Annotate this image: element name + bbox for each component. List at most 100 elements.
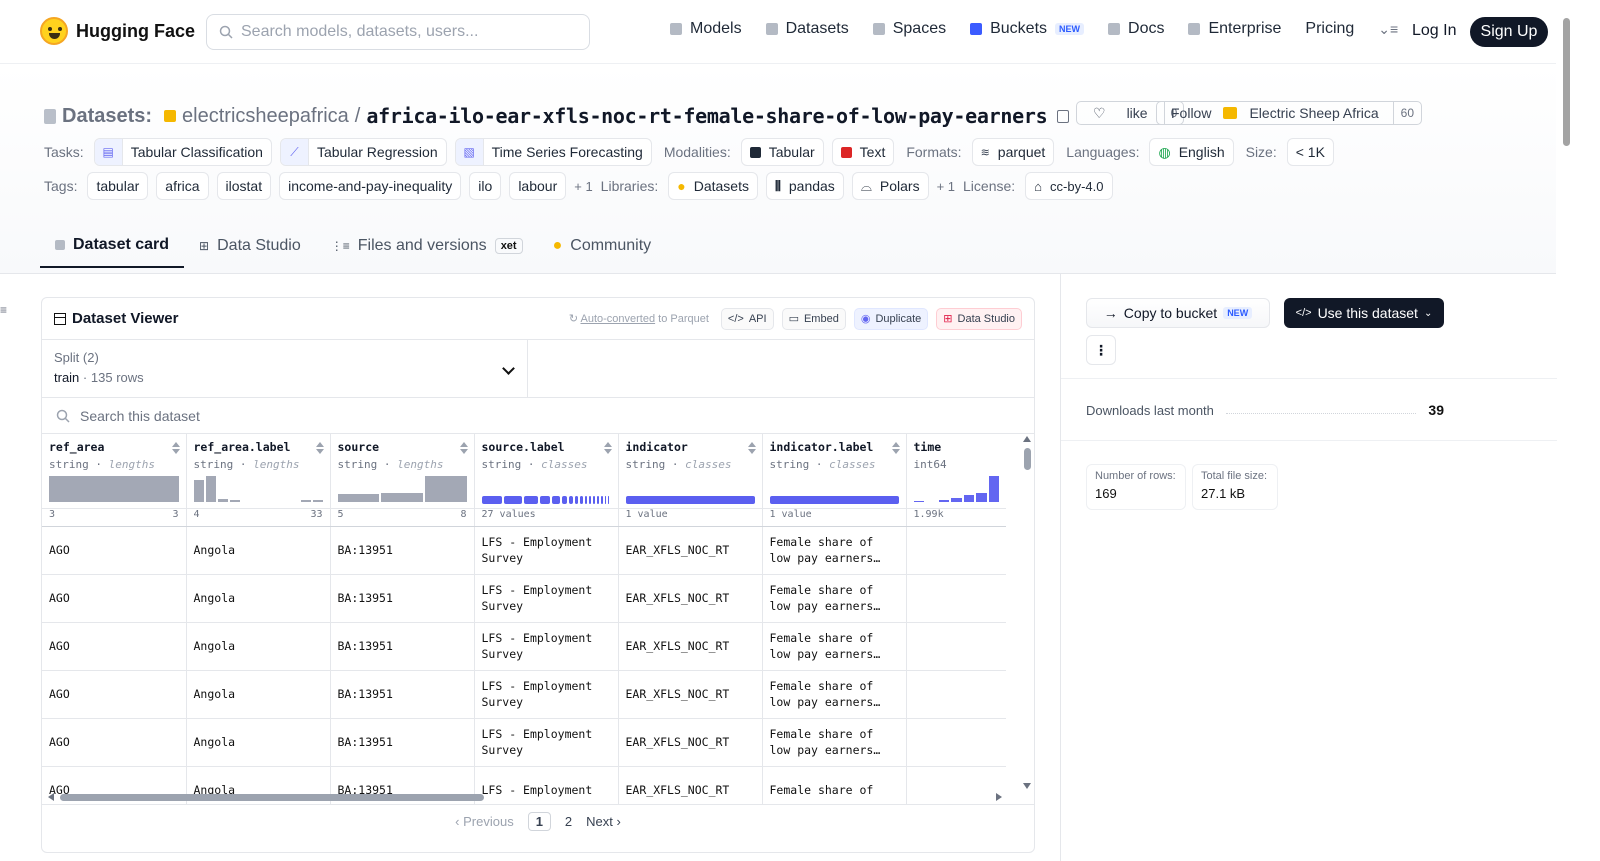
scroll-up-icon[interactable] <box>1023 436 1031 442</box>
scroll-thumb[interactable] <box>1024 448 1031 470</box>
task-tabular-classification[interactable]: ▤ Tabular Classification <box>93 138 272 166</box>
scroll-right-icon[interactable] <box>996 793 1002 801</box>
nav-spaces[interactable]: Spaces <box>872 20 946 38</box>
sort-icon[interactable] <box>171 442 180 454</box>
global-search[interactable] <box>206 14 590 50</box>
auto-converted-link[interactable]: Auto-converted <box>580 313 655 325</box>
login-link[interactable]: Log In <box>1412 22 1456 40</box>
tag-chip[interactable]: labour <box>509 172 567 200</box>
embed-button[interactable]: ▭ Embed <box>781 307 846 330</box>
column-header[interactable]: indicator string · classes 1 value <box>618 434 763 527</box>
split-selector[interactable]: Split (2) train · 135 rows <box>42 340 528 397</box>
table-cell[interactable]: AGO <box>42 718 187 767</box>
column-header[interactable]: source.label string · classes 27 values <box>474 434 619 527</box>
task-tabular-regression[interactable]: ⟋ Tabular Regression <box>279 138 447 166</box>
scroll-left-icon[interactable] <box>48 793 54 801</box>
follow-button[interactable]: Follow Electric Sheep Africa 60 <box>1156 101 1422 125</box>
tab-data-studio[interactable]: ⊞ Data Studio <box>184 224 316 268</box>
dataset-name[interactable]: africa-ilo-ear-xfls-noc-rt-female-share-… <box>366 104 1047 128</box>
table-cell[interactable]: Female share of low pay earners… <box>762 670 907 719</box>
data-studio-button[interactable]: ⊞ Data Studio <box>936 307 1022 330</box>
scroll-down-icon[interactable] <box>1023 783 1031 789</box>
table-cell[interactable]: AGO <box>42 622 187 671</box>
dataset-search-input[interactable] <box>80 407 580 424</box>
nav-pricing[interactable]: Pricing <box>1305 20 1354 38</box>
library-pandas[interactable]: ⫴ pandas <box>765 172 844 200</box>
tab-files-and-versions[interactable]: ⋮≡ Files and versions xet <box>316 224 538 268</box>
language-english[interactable]: ◍ English <box>1149 138 1234 166</box>
sort-icon[interactable] <box>891 442 900 454</box>
duplicate-button[interactable]: ◉ Duplicate <box>853 307 929 330</box>
previous-button[interactable]: ‹ Previous <box>455 814 514 829</box>
task-time-series[interactable]: ▧ Time Series Forecasting <box>454 138 652 166</box>
global-search-input[interactable] <box>241 23 571 41</box>
table-cell[interactable]: BA:13951 <box>330 574 475 623</box>
vertical-scrollbar[interactable] <box>1022 434 1032 789</box>
sort-icon[interactable] <box>747 442 756 454</box>
next-button[interactable]: Next › <box>586 814 621 829</box>
page-1-button[interactable]: 1 <box>527 812 551 831</box>
tags-more[interactable]: + 1 <box>574 179 592 194</box>
scroll-thumb[interactable] <box>60 794 484 801</box>
datasets-prefix[interactable]: Datasets: <box>62 105 152 128</box>
tag-chip[interactable]: ilo <box>469 172 502 200</box>
table-cell[interactable]: EAR_XFLS_NOC_RT <box>618 622 763 671</box>
table-cell[interactable]: Female share of low pay earners… <box>762 574 907 623</box>
horizontal-scrollbar[interactable] <box>46 792 1004 802</box>
library-polars[interactable]: ⌓ Polars <box>851 172 929 200</box>
page-2-button[interactable]: 2 <box>565 814 572 829</box>
sort-icon[interactable] <box>459 442 468 454</box>
table-cell[interactable]: AGO <box>42 526 187 575</box>
page-scrollbar[interactable] <box>1556 0 1600 861</box>
side-menu-icon[interactable]: ≡ <box>0 303 7 317</box>
table-cell[interactable]: EAR_XFLS_NOC_RT <box>618 526 763 575</box>
table-cell[interactable] <box>906 574 1006 623</box>
table-cell[interactable]: LFS - Employment Survey <box>474 718 619 767</box>
table-cell[interactable]: Angola <box>186 718 331 767</box>
nav-models[interactable]: Models <box>670 20 742 38</box>
table-cell[interactable]: AGO <box>42 670 187 719</box>
license-chip[interactable]: ⌂ cc-by-4.0 <box>1025 172 1113 200</box>
column-header[interactable]: ref_area string · lengths 3 3 <box>42 434 187 527</box>
logo[interactable]: Hugging Face <box>40 17 195 45</box>
modality-tabular[interactable]: Tabular <box>740 138 824 166</box>
copy-to-bucket-button[interactable]: → Copy to bucket NEW <box>1086 298 1270 328</box>
table-cell[interactable]: AGO <box>42 574 187 623</box>
nav-docs[interactable]: Docs <box>1108 20 1164 38</box>
table-cell[interactable]: LFS - Employment Survey <box>474 526 619 575</box>
table-cell[interactable]: Female share of low pay earners… <box>762 622 907 671</box>
table-cell[interactable] <box>906 526 1006 575</box>
more-options-icon[interactable]: ⋮ <box>1086 335 1116 365</box>
table-cell[interactable]: LFS - Employment Survey <box>474 574 619 623</box>
table-cell[interactable] <box>906 718 1006 767</box>
table-cell[interactable]: Angola <box>186 670 331 719</box>
api-button[interactable]: </> API <box>720 307 774 330</box>
sort-icon[interactable] <box>315 442 324 454</box>
table-cell[interactable]: Angola <box>186 526 331 575</box>
library-datasets[interactable]: ● Datasets <box>668 172 758 200</box>
libraries-more[interactable]: + 1 <box>937 179 955 194</box>
table-cell[interactable]: EAR_XFLS_NOC_RT <box>618 718 763 767</box>
signup-button[interactable]: Sign Up <box>1470 17 1548 47</box>
table-cell[interactable]: BA:13951 <box>330 718 475 767</box>
table-cell[interactable]: BA:13951 <box>330 622 475 671</box>
table-cell[interactable]: EAR_XFLS_NOC_RT <box>618 574 763 623</box>
table-cell[interactable] <box>906 622 1006 671</box>
table-cell[interactable] <box>906 670 1006 719</box>
table-cell[interactable]: BA:13951 <box>330 526 475 575</box>
tag-chip[interactable]: ilostat <box>216 172 272 200</box>
sort-icon[interactable] <box>603 442 612 454</box>
table-cell[interactable]: Female share of low pay earners… <box>762 526 907 575</box>
column-header[interactable]: ref_area.label string · lengths 4 33 <box>186 434 331 527</box>
tag-chip[interactable]: income-and-pay-inequality <box>279 172 462 200</box>
nav-buckets[interactable]: Buckets NEW <box>970 20 1085 38</box>
column-header[interactable]: time int64 1.99k <box>906 434 1006 527</box>
page-scroll-thumb[interactable] <box>1563 18 1570 146</box>
nav-enterprise[interactable]: Enterprise <box>1188 20 1281 38</box>
tag-chip[interactable]: tabular <box>87 172 149 200</box>
column-header[interactable]: source string · lengths 5 8 <box>330 434 475 527</box>
tab-community[interactable]: ● Community <box>538 224 667 268</box>
format-parquet[interactable]: ≋ parquet <box>971 138 1055 166</box>
modality-text[interactable]: Text <box>831 138 895 166</box>
copy-icon[interactable] <box>1057 109 1070 123</box>
